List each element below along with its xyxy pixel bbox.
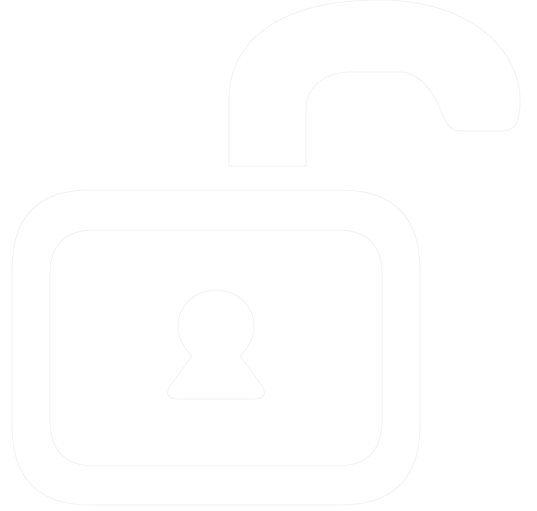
shackle-shape bbox=[228, 0, 521, 167]
keyhole-shape bbox=[167, 289, 265, 400]
unlock-icon bbox=[11, 0, 521, 506]
icon-canvas bbox=[0, 0, 537, 511]
unlock-icon-group bbox=[11, 0, 521, 506]
